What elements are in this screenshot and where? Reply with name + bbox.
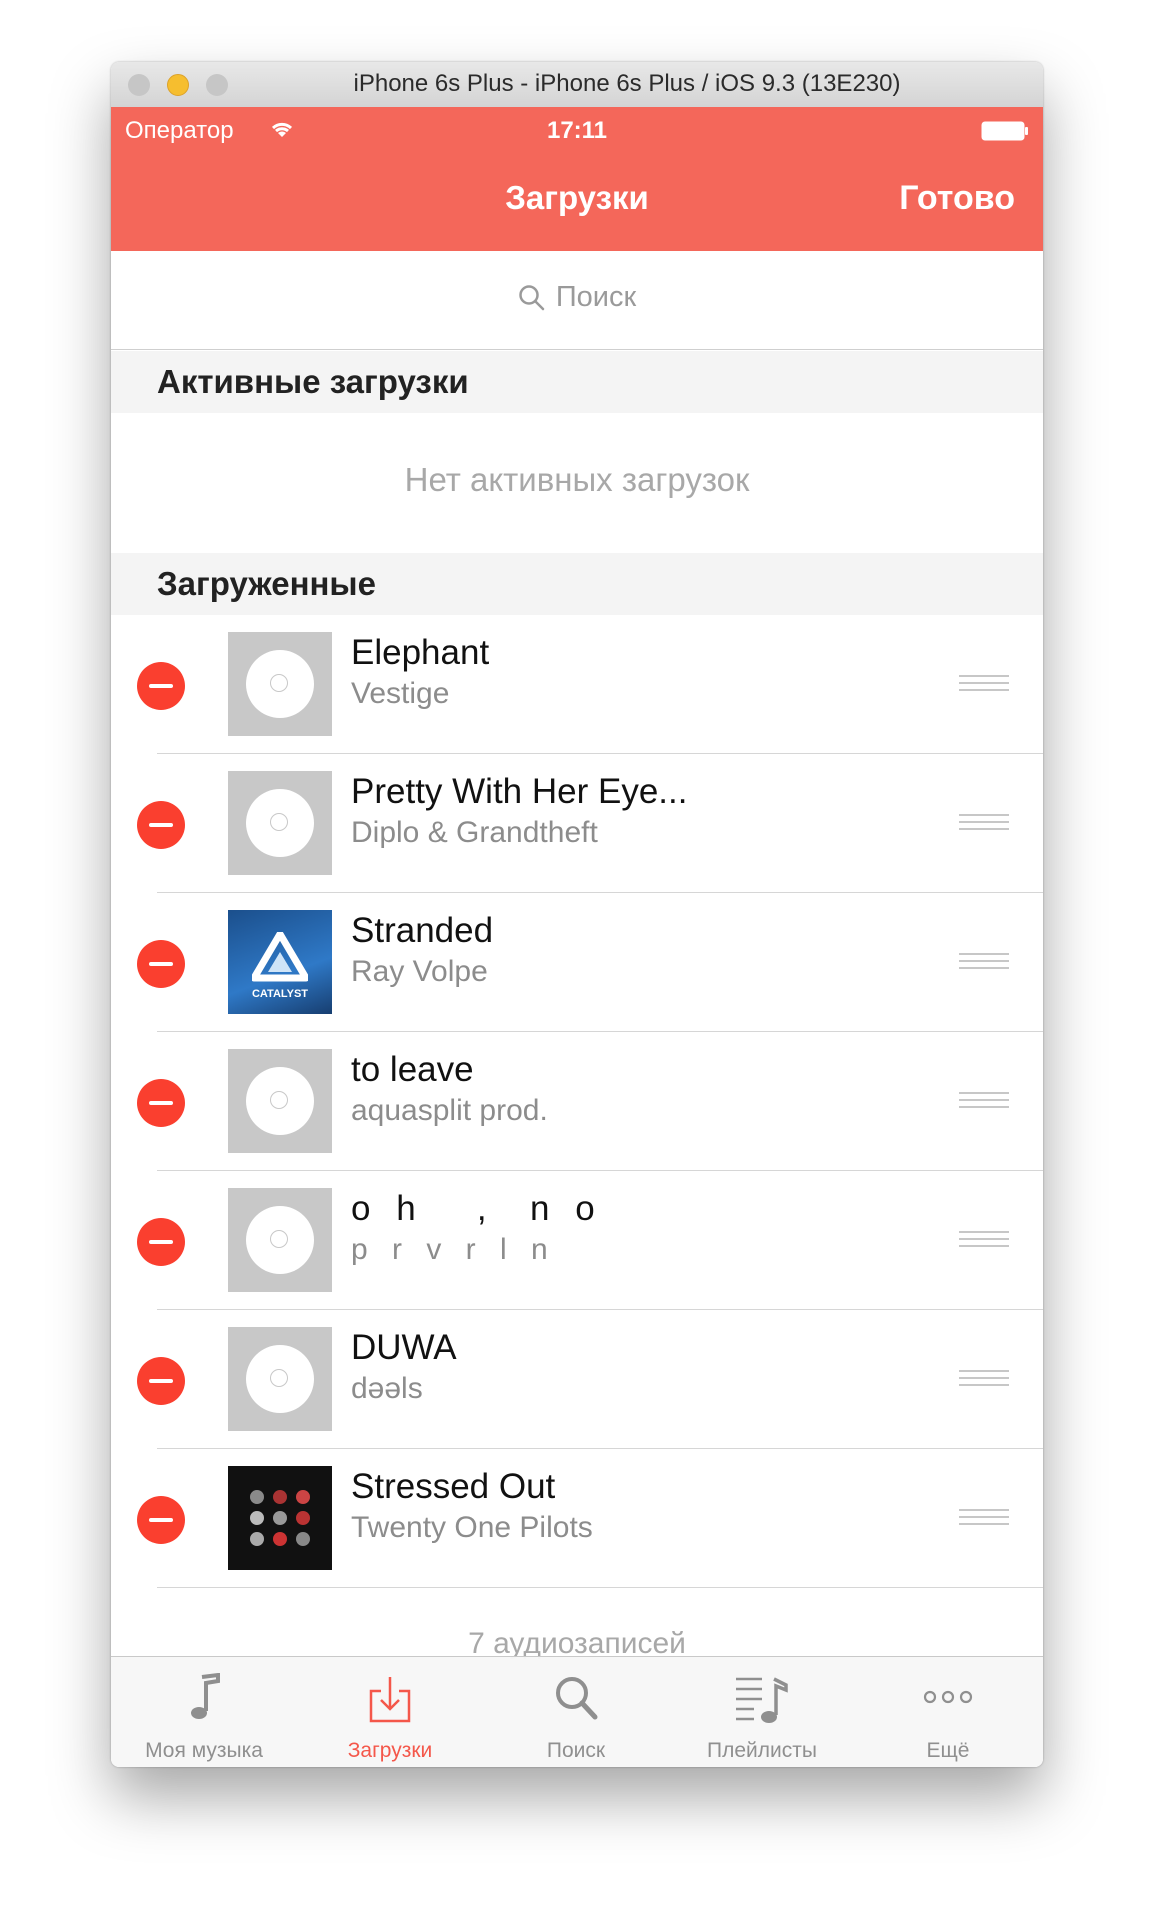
more-dots-icon bbox=[923, 1690, 973, 1704]
track-row[interactable]: DUWA dəəls bbox=[111, 1310, 1043, 1449]
tab-playlists-label: Плейлисты bbox=[707, 1739, 817, 1762]
track-title: Stranded bbox=[351, 911, 494, 950]
disc-icon bbox=[246, 650, 314, 718]
empty-active-text: Нет активных загрузок bbox=[404, 461, 750, 498]
album-artwork-placeholder bbox=[228, 771, 332, 875]
disc-icon bbox=[246, 789, 314, 857]
tab-downloads[interactable]: Загрузки bbox=[297, 1657, 483, 1767]
track-row[interactable]: Stressed Out Twenty One Pilots bbox=[111, 1449, 1043, 1588]
track-artist: Twenty One Pilots bbox=[351, 1511, 593, 1544]
artwork-dot bbox=[273, 1511, 287, 1525]
track-title: Stressed Out bbox=[351, 1467, 556, 1506]
track-row[interactable]: CATALYST Stranded Ray Volpe bbox=[111, 893, 1043, 1032]
section-header-downloaded: Загруженные bbox=[111, 553, 1043, 615]
tab-my-music-label: Моя музыка bbox=[145, 1739, 263, 1762]
artwork-dot bbox=[273, 1490, 287, 1504]
disc-icon bbox=[246, 1067, 314, 1135]
search-placeholder: Поиск bbox=[555, 281, 637, 313]
track-title: o h , n o bbox=[351, 1189, 603, 1228]
artwork-dot bbox=[250, 1490, 264, 1504]
track-row[interactable]: Elephant Vestige bbox=[111, 615, 1043, 754]
search-icon bbox=[519, 285, 545, 311]
disc-icon bbox=[246, 1206, 314, 1274]
tab-playlists[interactable]: Плейлисты bbox=[669, 1657, 855, 1767]
reorder-handle-icon[interactable] bbox=[959, 814, 1009, 834]
window-titlebar: iPhone 6s Plus - iPhone 6s Plus / iOS 9.… bbox=[111, 62, 1043, 108]
navigation-bar: Оператор 17:11 Загрузки Готово bbox=[111, 107, 1043, 251]
track-artist: Diplo & Grandtheft bbox=[351, 816, 598, 849]
delete-button[interactable] bbox=[137, 662, 185, 710]
track-artist: dəəls bbox=[351, 1372, 423, 1405]
section-header-active-label: Активные загрузки bbox=[157, 363, 469, 400]
downloaded-track-list: Elephant Vestige Pretty With Her Eye... … bbox=[111, 615, 1043, 1588]
artwork-dot bbox=[296, 1532, 310, 1546]
simulator-window: iPhone 6s Plus - iPhone 6s Plus / iOS 9.… bbox=[111, 62, 1043, 1767]
section-header-active: Активные загрузки bbox=[111, 351, 1043, 413]
reorder-handle-icon[interactable] bbox=[959, 675, 1009, 695]
done-button[interactable]: Готово bbox=[899, 179, 1015, 218]
track-artist: p r v r l n bbox=[351, 1233, 556, 1266]
delete-button[interactable] bbox=[137, 1496, 185, 1544]
track-artist: Vestige bbox=[351, 677, 450, 710]
artwork-dot bbox=[296, 1490, 310, 1504]
track-title: Elephant bbox=[351, 633, 490, 672]
album-artwork-placeholder bbox=[228, 632, 332, 736]
delete-button[interactable] bbox=[137, 801, 185, 849]
search-icon bbox=[556, 1677, 598, 1720]
reorder-handle-icon[interactable] bbox=[959, 1231, 1009, 1251]
delete-button[interactable] bbox=[137, 940, 185, 988]
album-artwork-placeholder bbox=[228, 1049, 332, 1153]
artwork-dot bbox=[250, 1511, 264, 1525]
music-note-icon bbox=[191, 1673, 220, 1719]
track-artist: aquasplit prod. bbox=[351, 1094, 548, 1127]
tab-my-music[interactable]: Моя музыка bbox=[111, 1657, 297, 1767]
track-title: Pretty With Her Eye... bbox=[351, 772, 688, 811]
reorder-handle-icon[interactable] bbox=[959, 1092, 1009, 1112]
delete-button[interactable] bbox=[137, 1357, 185, 1405]
tab-downloads-label: Загрузки bbox=[347, 1739, 433, 1762]
track-row[interactable]: o h , n o p r v r l n bbox=[111, 1171, 1043, 1310]
track-row[interactable]: to leave aquasplit prod. bbox=[111, 1032, 1043, 1171]
disc-icon bbox=[246, 1345, 314, 1413]
reorder-handle-icon[interactable] bbox=[959, 1509, 1009, 1529]
tab-more[interactable]: Ещё bbox=[855, 1657, 1041, 1767]
delete-button[interactable] bbox=[137, 1218, 185, 1266]
track-artist: Ray Volpe bbox=[351, 955, 488, 988]
tab-bar: Моя музыка Загрузки Поиск Плейлисты Ещё bbox=[111, 1656, 1043, 1767]
search-bar[interactable]: Поиск bbox=[111, 251, 1043, 350]
track-title: DUWA bbox=[351, 1328, 457, 1367]
artwork-dot bbox=[250, 1532, 264, 1546]
row-divider bbox=[157, 1587, 1043, 1588]
battery-icon bbox=[981, 121, 1028, 141]
tab-search-label: Поиск bbox=[546, 1739, 606, 1762]
tab-more-label: Ещё bbox=[926, 1739, 970, 1762]
delete-button[interactable] bbox=[137, 1079, 185, 1127]
track-row[interactable]: Pretty With Her Eye... Diplo & Grandthef… bbox=[111, 754, 1043, 893]
playlist-icon bbox=[736, 1677, 788, 1723]
track-title: to leave bbox=[351, 1050, 474, 1089]
artwork-dot bbox=[273, 1532, 287, 1546]
window-title: iPhone 6s Plus - iPhone 6s Plus / iOS 9.… bbox=[353, 70, 901, 97]
reorder-handle-icon[interactable] bbox=[959, 1370, 1009, 1390]
empty-active-downloads: Нет активных загрузок bbox=[111, 413, 1043, 553]
album-artwork-placeholder bbox=[228, 1188, 332, 1292]
catalyst-logo-icon bbox=[252, 932, 308, 982]
section-header-downloaded-label: Загруженные bbox=[157, 565, 376, 602]
album-artwork-catalyst: CATALYST bbox=[228, 910, 332, 1014]
album-artwork-placeholder bbox=[228, 1327, 332, 1431]
status-time: 17:11 bbox=[546, 117, 608, 144]
download-tray-icon bbox=[369, 1677, 411, 1723]
reorder-handle-icon[interactable] bbox=[959, 953, 1009, 973]
album-artwork-blurryface bbox=[228, 1466, 332, 1570]
tab-search[interactable]: Поиск bbox=[483, 1657, 669, 1767]
artwork-caption: CATALYST bbox=[251, 988, 309, 1000]
search-field[interactable]: Поиск bbox=[111, 281, 1043, 314]
artwork-dot bbox=[296, 1511, 310, 1525]
